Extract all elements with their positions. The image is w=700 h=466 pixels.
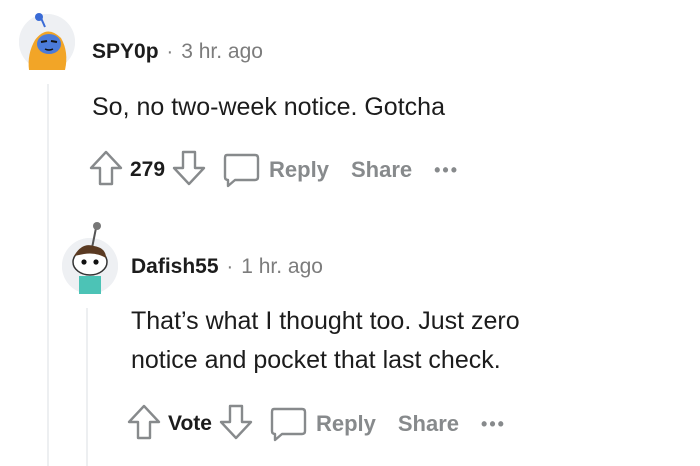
snoo-avatar-icon xyxy=(62,222,118,294)
vote-count: 279 xyxy=(130,158,166,181)
meta-separator: · xyxy=(166,40,174,63)
reply-label: Reply xyxy=(315,411,376,436)
upvote-icon[interactable] xyxy=(88,148,124,193)
meta-separator: · xyxy=(226,255,234,278)
reply-button[interactable]: Reply xyxy=(268,405,376,443)
username-link[interactable]: Dafish55 xyxy=(131,255,219,279)
comment-bubble-icon xyxy=(223,153,260,188)
more-options-button[interactable]: ••• xyxy=(481,414,506,435)
timestamp[interactable]: 1 hr. ago xyxy=(241,255,323,279)
comment-meta: Dafish55 · 1 hr. ago xyxy=(131,255,323,279)
vote-count: Vote xyxy=(168,412,212,435)
comment-meta: SPY0p · 3 hr. ago xyxy=(92,40,263,64)
comment-body: That’s what I thought too. Just zero not… xyxy=(131,302,520,380)
comment-bubble-icon xyxy=(270,407,307,442)
downvote-icon[interactable] xyxy=(218,402,254,447)
comment-text-line: notice and pocket that last check. xyxy=(131,346,501,374)
comment-body: So, no two-week notice. Gotcha xyxy=(92,88,445,127)
avatar[interactable] xyxy=(19,13,75,70)
thread-line-reply[interactable] xyxy=(86,308,88,466)
snoo-avatar-icon xyxy=(19,13,75,70)
downvote-icon[interactable] xyxy=(171,148,207,193)
comment-actions: 279 Reply Share ••• xyxy=(88,150,459,190)
comment-text-line: So, no two-week notice. Gotcha xyxy=(92,93,445,121)
share-button[interactable]: Share xyxy=(398,411,459,437)
thread-line-main[interactable] xyxy=(47,84,49,466)
reply-button[interactable]: Reply xyxy=(221,151,329,189)
comment-text-line: That’s what I thought too. Just zero xyxy=(131,307,520,335)
avatar[interactable] xyxy=(62,222,118,294)
comment-actions: Vote Reply Share ••• xyxy=(126,404,506,444)
upvote-icon[interactable] xyxy=(126,402,162,447)
username-link[interactable]: SPY0p xyxy=(92,40,159,64)
more-options-button[interactable]: ••• xyxy=(434,160,459,181)
timestamp[interactable]: 3 hr. ago xyxy=(181,40,263,64)
reply-label: Reply xyxy=(269,157,329,182)
share-button[interactable]: Share xyxy=(351,157,412,183)
